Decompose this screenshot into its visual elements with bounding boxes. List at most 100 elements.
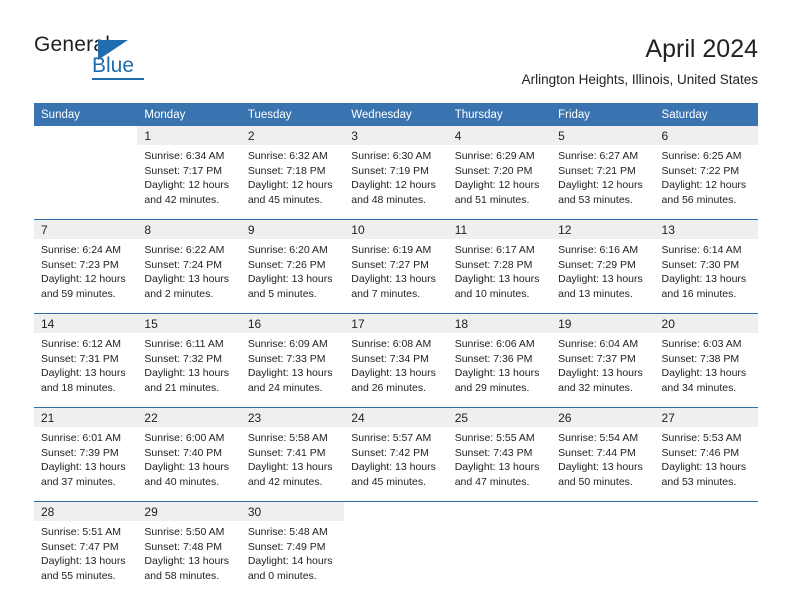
day-number-cell[interactable]: 7 (34, 219, 138, 239)
day-detail-cell[interactable]: Sunrise: 6:09 AM Sunset: 7:33 PM Daylight:… (240, 333, 345, 408)
day-number-cell[interactable] (34, 126, 138, 145)
day-detail-line: and 34 minutes. (661, 381, 737, 394)
day-number-cell[interactable]: 14 (34, 313, 138, 333)
day-number-cell[interactable]: 1 (137, 126, 241, 145)
day-detail-cell[interactable] (654, 521, 758, 595)
day-number-cell[interactable]: 27 (654, 407, 758, 427)
day-detail-cell[interactable]: Sunrise: 6:12 AM Sunset: 7:31 PM Daylight:… (34, 333, 138, 408)
day-detail-cell[interactable]: Sunrise: 5:51 AM Sunset: 7:47 PM Daylight:… (34, 521, 138, 595)
day-detail-cell[interactable]: Sunrise: 5:57 AM Sunset: 7:42 PM Daylight:… (344, 427, 448, 502)
day-detail-cell[interactable]: Sunrise: 5:48 AM Sunset: 7:49 PM Daylight:… (240, 521, 345, 595)
day-detail-cell[interactable] (344, 521, 448, 595)
day-number-cell[interactable]: 23 (240, 407, 345, 427)
day-detail-line: Daylight: 13 hours (351, 273, 436, 286)
day-detail-line: Daylight: 13 hours (558, 461, 643, 474)
day-number-cell[interactable]: 9 (240, 219, 345, 239)
day-number-cell[interactable] (447, 501, 552, 521)
day-detail-cell[interactable]: Sunrise: 6:14 AM Sunset: 7:30 PM Daylight:… (654, 239, 758, 314)
day-number-cell[interactable] (654, 501, 758, 521)
day-detail-cell[interactable]: Sunrise: 6:27 AM Sunset: 7:21 PM Daylight:… (551, 145, 655, 220)
day-detail-line: Sunset: 7:40 PM (144, 446, 223, 459)
day-number-cell[interactable]: 30 (240, 501, 345, 521)
day-detail-line: Sunrise: 6:17 AM (454, 244, 535, 256)
day-detail-cell[interactable]: Sunrise: 6:00 AM Sunset: 7:40 PM Daylight:… (137, 427, 241, 502)
day-detail-cell[interactable] (447, 521, 552, 595)
day-number-cell[interactable]: 15 (137, 313, 241, 333)
page-subtitle: Arlington Heights, Illinois, United Stat… (521, 72, 758, 87)
day-number-cell[interactable]: 18 (447, 313, 552, 333)
day-detail-line: Sunset: 7:17 PM (144, 164, 223, 177)
day-detail-cell[interactable] (34, 145, 138, 220)
general-blue-logo[interactable]: General Blue (34, 33, 164, 81)
day-number-cell[interactable]: 8 (137, 219, 241, 239)
day-detail-cell[interactable]: Sunrise: 6:17 AM Sunset: 7:28 PM Daylight:… (447, 239, 552, 314)
day-detail-cell[interactable]: Sunrise: 6:04 AM Sunset: 7:37 PM Daylight:… (551, 333, 655, 408)
day-number-cell[interactable]: 12 (551, 219, 655, 239)
day-detail-cell[interactable]: Sunrise: 5:53 AM Sunset: 7:46 PM Daylight:… (654, 427, 758, 502)
day-number-cell[interactable]: 24 (344, 407, 448, 427)
day-number-cell[interactable]: 3 (344, 126, 448, 145)
day-number-cell[interactable]: 17 (344, 313, 448, 333)
day-detail-line: Sunrise: 6:08 AM (351, 338, 432, 350)
day-number-cell[interactable]: 22 (137, 407, 241, 427)
day-detail-line: and 42 minutes. (144, 193, 220, 206)
day-detail-line: and 47 minutes. (454, 475, 530, 488)
day-number-cell[interactable]: 11 (447, 219, 552, 239)
day-detail-line: Daylight: 13 hours (41, 461, 126, 474)
day-number-cell[interactable]: 2 (240, 126, 345, 145)
day-number-cell[interactable]: 6 (654, 126, 758, 145)
day-number-cell[interactable] (551, 501, 655, 521)
day-detail-line: Sunrise: 6:04 AM (558, 338, 639, 350)
day-detail-line: Sunset: 7:36 PM (454, 352, 533, 365)
day-detail-cell[interactable]: Sunrise: 6:22 AM Sunset: 7:24 PM Daylight:… (137, 239, 241, 314)
day-number-cell[interactable]: 13 (654, 219, 758, 239)
day-detail-cell[interactable]: Sunrise: 6:25 AM Sunset: 7:22 PM Daylight:… (654, 145, 758, 220)
day-detail-cell[interactable]: Sunrise: 6:03 AM Sunset: 7:38 PM Daylight:… (654, 333, 758, 408)
day-detail-cell[interactable]: Sunrise: 5:55 AM Sunset: 7:43 PM Daylight:… (447, 427, 552, 502)
day-detail-line: Sunset: 7:41 PM (247, 446, 326, 459)
day-number-cell[interactable]: 25 (447, 407, 552, 427)
week-detail-row: Sunrise: 6:24 AM Sunset: 7:23 PM Daylight:… (34, 239, 758, 314)
day-detail-cell[interactable]: Sunrise: 6:11 AM Sunset: 7:32 PM Daylight:… (137, 333, 241, 408)
day-detail-cell[interactable]: Sunrise: 6:08 AM Sunset: 7:34 PM Daylight:… (344, 333, 448, 408)
day-detail-cell[interactable]: Sunrise: 6:01 AM Sunset: 7:39 PM Daylight:… (34, 427, 138, 502)
day-detail-line: Sunset: 7:46 PM (661, 446, 740, 459)
day-detail-line: and 53 minutes. (661, 475, 737, 488)
day-detail-cell[interactable] (551, 521, 655, 595)
day-number-cell[interactable] (344, 501, 448, 521)
day-detail-cell[interactable]: Sunrise: 6:16 AM Sunset: 7:29 PM Daylight:… (551, 239, 655, 314)
week-daynumber-row: 14 15 16 17 18 19 20 (34, 313, 758, 333)
day-number-cell[interactable]: 20 (654, 313, 758, 333)
week-daynumber-row: 7 8 9 10 11 12 13 (34, 219, 758, 239)
day-number-cell[interactable]: 21 (34, 407, 138, 427)
day-detail-cell[interactable]: Sunrise: 6:30 AM Sunset: 7:19 PM Daylight:… (344, 145, 448, 220)
weekday-header-tuesday: Tuesday (240, 103, 345, 126)
day-detail-cell[interactable]: Sunrise: 6:32 AM Sunset: 7:18 PM Daylight:… (240, 145, 345, 220)
day-number-cell[interactable]: 4 (447, 126, 552, 145)
day-number-cell[interactable]: 28 (34, 501, 138, 521)
day-detail-line: Sunrise: 6:16 AM (558, 244, 639, 256)
day-detail-cell[interactable]: Sunrise: 5:58 AM Sunset: 7:41 PM Daylight:… (240, 427, 345, 502)
day-detail-cell[interactable]: Sunrise: 6:29 AM Sunset: 7:20 PM Daylight:… (447, 145, 552, 220)
day-detail-cell[interactable]: Sunrise: 6:19 AM Sunset: 7:27 PM Daylight:… (344, 239, 448, 314)
day-detail-line: Sunrise: 6:22 AM (144, 244, 225, 256)
day-detail-line: Sunrise: 6:01 AM (41, 432, 121, 444)
day-detail-cell[interactable]: Sunrise: 6:06 AM Sunset: 7:36 PM Daylight:… (447, 333, 552, 408)
day-detail-line: Daylight: 12 hours (454, 179, 540, 192)
day-number-cell[interactable]: 26 (551, 407, 655, 427)
day-number-cell[interactable]: 19 (551, 313, 655, 333)
day-detail-cell[interactable]: Sunrise: 6:20 AM Sunset: 7:26 PM Daylight:… (240, 239, 345, 314)
calendar-header-row: Sunday Monday Tuesday Wednesday Thursday… (34, 103, 758, 126)
day-detail-cell[interactable]: Sunrise: 5:50 AM Sunset: 7:48 PM Daylight:… (137, 521, 241, 595)
day-number-cell[interactable]: 10 (344, 219, 448, 239)
day-number-cell[interactable]: 16 (240, 313, 345, 333)
day-detail-line: Sunrise: 5:55 AM (454, 432, 535, 444)
day-detail-line: Daylight: 13 hours (144, 461, 230, 474)
day-number-cell[interactable]: 5 (551, 126, 655, 145)
day-detail-line: Sunrise: 6:20 AM (247, 244, 328, 256)
day-detail-cell[interactable]: Sunrise: 6:24 AM Sunset: 7:23 PM Daylight:… (34, 239, 138, 314)
day-detail-cell[interactable]: Sunrise: 5:54 AM Sunset: 7:44 PM Daylight:… (551, 427, 655, 502)
day-detail-line: Daylight: 13 hours (144, 555, 230, 568)
day-number-cell[interactable]: 29 (137, 501, 241, 521)
day-detail-cell[interactable]: Sunrise: 6:34 AM Sunset: 7:17 PM Daylight:… (137, 145, 241, 220)
